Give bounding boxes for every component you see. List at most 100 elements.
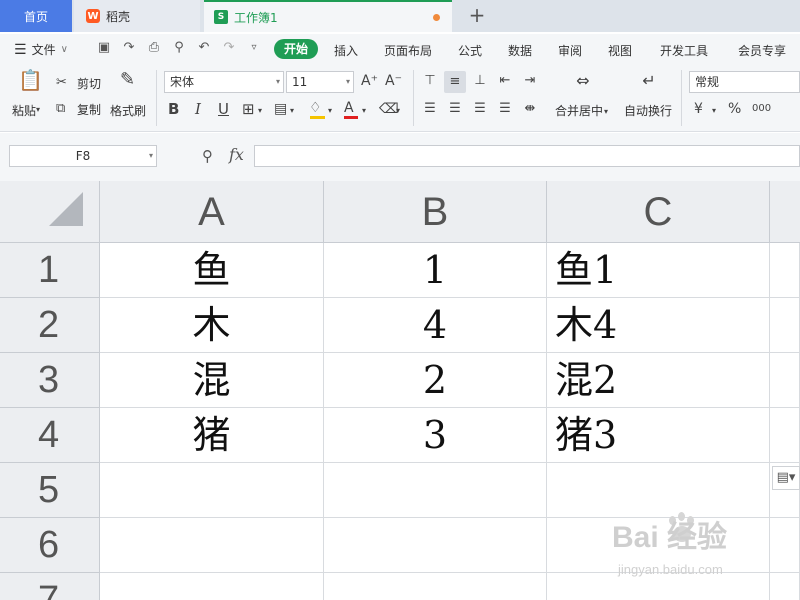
row-header-2[interactable]: 2: [0, 298, 100, 353]
menu-view[interactable]: 视图: [608, 42, 632, 59]
new-tab-button[interactable]: +: [466, 4, 488, 26]
menu-formulas[interactable]: 公式: [458, 42, 482, 59]
copy-button[interactable]: 复制: [77, 101, 101, 118]
paste-chevron-icon[interactable]: ▾: [36, 102, 40, 118]
menu-developer[interactable]: 开发工具: [660, 42, 708, 59]
format-painter-button[interactable]: 格式刷: [110, 102, 146, 119]
shrink-font-icon[interactable]: A⁻: [385, 73, 402, 89]
cell-c4[interactable]: 猪3: [547, 408, 770, 463]
export-icon[interactable]: ↷: [121, 40, 137, 56]
undo-icon[interactable]: ↶: [196, 40, 212, 56]
zoom-icon[interactable]: ⚲: [202, 147, 213, 165]
cut-button[interactable]: 剪切: [77, 75, 101, 92]
grow-font-icon[interactable]: A⁺: [361, 73, 378, 89]
cell-a1[interactable]: 鱼: [100, 243, 324, 298]
redo-icon[interactable]: ↷: [221, 40, 237, 56]
merge-center-button[interactable]: 合并居中: [555, 102, 603, 119]
font-color-button[interactable]: A: [344, 100, 354, 116]
menu-insert[interactable]: 插入: [334, 42, 358, 59]
chevron-down-icon[interactable]: ▾: [290, 103, 294, 119]
cell-d3[interactable]: [770, 353, 800, 408]
row-header-7[interactable]: 7: [0, 573, 100, 600]
chevron-down-icon[interactable]: ▾: [328, 103, 332, 119]
cell-d1[interactable]: [770, 243, 800, 298]
wrap-text-icon[interactable]: ↵: [637, 73, 661, 89]
insert-function-button[interactable]: fx: [229, 145, 244, 164]
cell-c5[interactable]: [547, 463, 770, 518]
file-menu[interactable]: ☰ 文件 ∨: [14, 41, 68, 58]
cell-c2[interactable]: 木4: [547, 298, 770, 353]
cell-d2[interactable]: [770, 298, 800, 353]
cell-b2[interactable]: 4: [324, 298, 547, 353]
cell-b5[interactable]: [324, 463, 547, 518]
row-header-3[interactable]: 3: [0, 353, 100, 408]
increase-indent-icon[interactable]: ⇥: [521, 73, 539, 89]
save-icon[interactable]: ▣: [96, 40, 112, 56]
customize-toolbar-icon[interactable]: ▿: [246, 40, 262, 56]
chevron-down-icon[interactable]: ▾: [258, 103, 262, 119]
name-box[interactable]: F8 ▾: [9, 145, 157, 167]
font-size-select[interactable]: 11 ▾: [286, 71, 354, 93]
formula-input[interactable]: [254, 145, 800, 167]
cell-d7[interactable]: [770, 573, 800, 600]
decrease-indent-icon[interactable]: ⇤: [496, 73, 514, 89]
chevron-down-icon[interactable]: ▾: [396, 103, 400, 119]
chevron-down-icon[interactable]: ▾: [712, 103, 716, 119]
column-header-b[interactable]: B: [324, 181, 547, 243]
menu-start[interactable]: 开始: [274, 39, 318, 59]
format-painter-icon[interactable]: ✎: [120, 71, 135, 89]
paste-icon[interactable]: 📋: [18, 70, 43, 90]
font-name-select[interactable]: 宋体 ▾: [164, 71, 284, 93]
cell-b7[interactable]: [324, 573, 547, 600]
underline-button[interactable]: U: [218, 101, 229, 117]
thousands-separator-button[interactable]: 000: [752, 101, 771, 117]
align-middle-icon[interactable]: ≡: [444, 71, 466, 93]
cell-b4[interactable]: 3: [324, 408, 547, 463]
tab-home[interactable]: 首页: [0, 0, 72, 32]
cell-d6[interactable]: [770, 518, 800, 573]
italic-button[interactable]: I: [195, 101, 201, 117]
cell-a3[interactable]: 混: [100, 353, 324, 408]
print-preview-icon[interactable]: ⚲: [171, 40, 187, 56]
select-all-button[interactable]: [0, 181, 100, 243]
bold-button[interactable]: B: [168, 101, 179, 117]
cell-c1[interactable]: 鱼1: [547, 243, 770, 298]
border-icon[interactable]: ⊞: [242, 101, 255, 117]
align-right-icon[interactable]: ☰: [471, 101, 489, 117]
cell-b1[interactable]: 1: [324, 243, 547, 298]
copy-icon[interactable]: ⧉: [56, 101, 65, 117]
row-header-4[interactable]: 4: [0, 408, 100, 463]
chevron-down-icon[interactable]: ▾: [604, 104, 608, 120]
chevron-down-icon[interactable]: ▾: [362, 103, 366, 119]
row-header-5[interactable]: 5: [0, 463, 100, 518]
menu-member[interactable]: 会员专享: [738, 42, 786, 59]
menu-page-layout[interactable]: 页面布局: [384, 42, 432, 59]
cell-a4[interactable]: 猪: [100, 408, 324, 463]
cell-a2[interactable]: 木: [100, 298, 324, 353]
menu-review[interactable]: 审阅: [558, 42, 582, 59]
scissors-icon[interactable]: ✂: [56, 75, 67, 91]
merge-center-icon[interactable]: ⇔: [571, 73, 595, 89]
column-header-d[interactable]: [770, 181, 800, 243]
cell-d4[interactable]: [770, 408, 800, 463]
distributed-align-icon[interactable]: ⇼: [521, 101, 539, 117]
justify-icon[interactable]: ☰: [496, 101, 514, 117]
print-icon[interactable]: ⎙: [146, 40, 162, 56]
align-left-icon[interactable]: ☰: [421, 101, 439, 117]
currency-button[interactable]: ¥: [694, 101, 703, 117]
cell-b6[interactable]: [324, 518, 547, 573]
align-center-icon[interactable]: ☰: [446, 101, 464, 117]
menu-data[interactable]: 数据: [508, 42, 532, 59]
align-bottom-icon[interactable]: ⊥: [471, 73, 489, 89]
cell-style-icon[interactable]: ▤: [274, 101, 287, 117]
column-header-c[interactable]: C: [547, 181, 770, 243]
column-header-a[interactable]: A: [100, 181, 324, 243]
tab-docer[interactable]: W 稻壳: [74, 0, 200, 32]
row-header-1[interactable]: 1: [0, 243, 100, 298]
paste-options-icon[interactable]: ▤▾: [772, 466, 800, 490]
percent-button[interactable]: %: [728, 101, 741, 117]
row-header-6[interactable]: 6: [0, 518, 100, 573]
tab-workbook[interactable]: S 工作簿1: [204, 0, 452, 32]
paste-button[interactable]: 粘贴: [12, 102, 36, 119]
fill-color-icon[interactable]: ♢: [309, 100, 322, 116]
